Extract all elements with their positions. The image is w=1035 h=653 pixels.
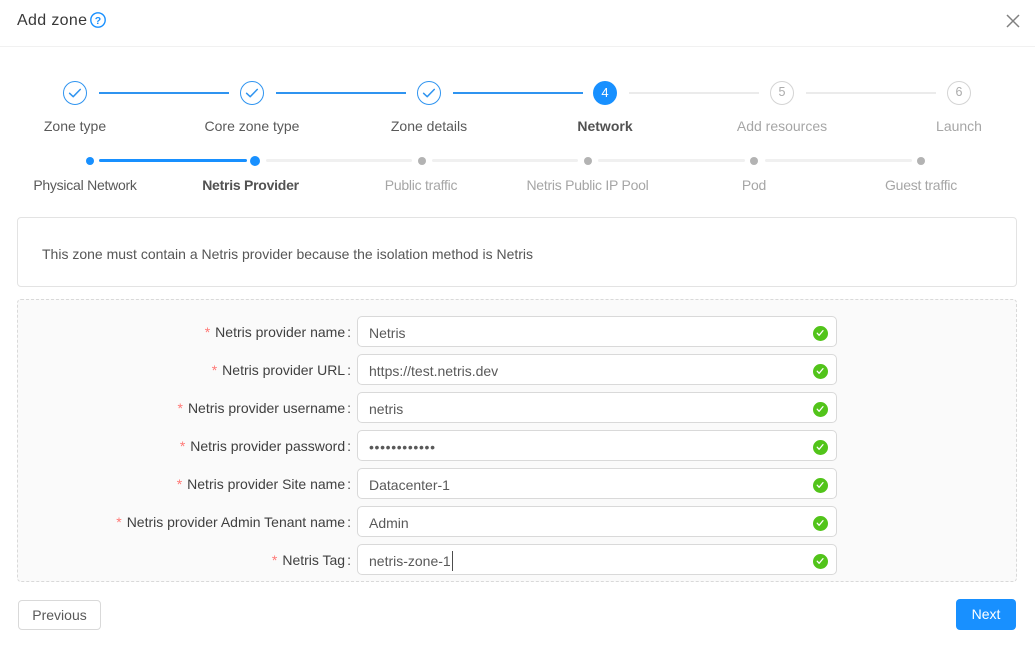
svg-text:?: ? — [94, 15, 100, 27]
